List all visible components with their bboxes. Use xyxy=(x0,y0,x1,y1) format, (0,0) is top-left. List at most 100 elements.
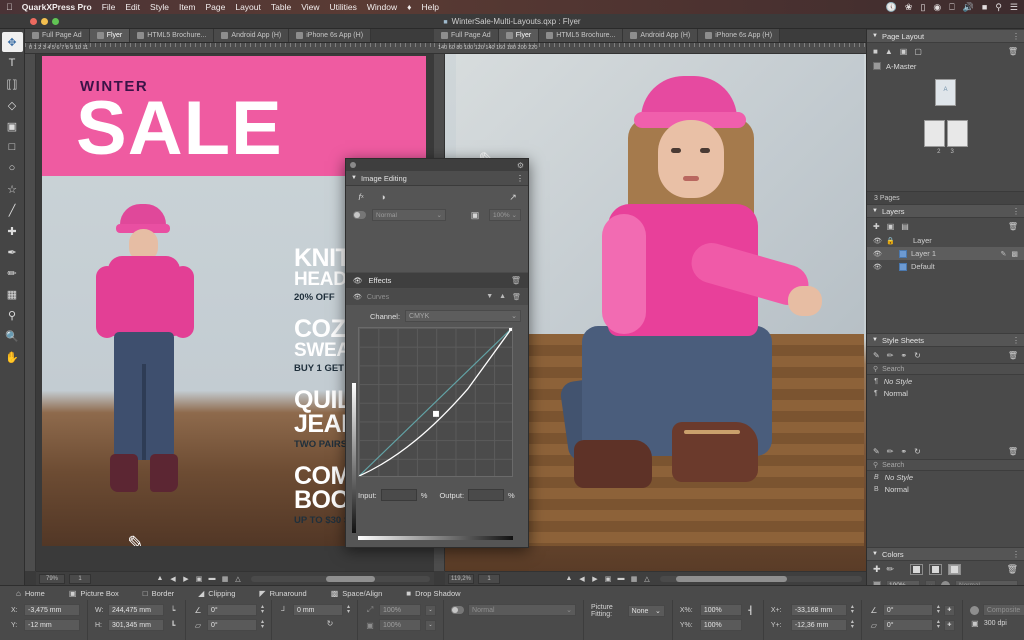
menu-utilities[interactable]: Utilities xyxy=(329,2,356,12)
layers-tools[interactable]: ✚ ▣ ▤ 🗑 xyxy=(867,218,1024,234)
status-bar-left[interactable]: 79% 1 ▲ ◀ ▶ ▣ ▬ ▦ △ xyxy=(36,571,434,585)
preview-icon[interactable] xyxy=(970,606,979,615)
corner-stepper[interactable]: ▴▾ xyxy=(347,605,350,615)
zoom-tool[interactable]: 🔍 xyxy=(2,326,23,346)
tab-border[interactable]: □Border xyxy=(131,586,186,600)
page-thumb-row[interactable] xyxy=(867,120,1024,147)
skew-field[interactable]: 0° xyxy=(207,619,257,631)
add-icon[interactable]: ✚ xyxy=(944,605,955,616)
duplicate-style-icon[interactable]: ⚭ xyxy=(900,351,907,360)
adjustments-icon[interactable]: ◑ xyxy=(375,190,391,204)
character-style-tools[interactable]: ✎ ✏ ⚭ ↻ 🗑 xyxy=(867,443,1024,459)
add-icon-2[interactable]: ✚ xyxy=(944,620,955,631)
app-name[interactable]: QuarkXPress Pro xyxy=(22,2,92,12)
pic-skew-field[interactable]: 0° xyxy=(883,619,933,631)
page-thumb-2[interactable] xyxy=(924,120,945,147)
picture-fitting-group[interactable]: Picture Fitting:None⌄ xyxy=(584,600,673,640)
pic-skew-stepper[interactable]: ▴▾ xyxy=(937,620,940,630)
chevron-down-icon[interactable]: ⌄ xyxy=(425,620,436,631)
paragraph-style-search[interactable]: ⚲ Search xyxy=(867,363,1024,375)
menu-layout[interactable]: Layout xyxy=(235,2,261,12)
rotation-field[interactable]: 0° xyxy=(207,604,257,616)
blank-page-icon[interactable]: ■ xyxy=(873,47,878,56)
bezier-edit-tool[interactable]: ✒ xyxy=(2,242,23,262)
continuous-icon[interactable]: ▬ xyxy=(207,575,217,583)
eye-icon[interactable]: 👁 xyxy=(353,276,363,285)
trash-icon[interactable]: 🗑 xyxy=(512,293,521,301)
h-field[interactable]: 301,345 mm xyxy=(108,619,164,631)
update-style-icon[interactable]: ↻ xyxy=(914,447,921,456)
blend-mode-select[interactable]: Normal⌄ xyxy=(372,209,446,221)
blend-toggle-icon[interactable] xyxy=(353,211,366,219)
duplicate-layer-icon[interactable]: ▤ xyxy=(901,222,909,231)
horizontal-scrollbar-left[interactable] xyxy=(251,576,430,582)
eye-icon[interactable]: 👁 xyxy=(873,250,882,258)
colors-tools[interactable]: ✚ ✏ 🗑 xyxy=(867,561,1024,577)
picture-box-tool[interactable]: ▣ xyxy=(2,116,23,136)
airplay-icon[interactable]: ⎕ xyxy=(949,2,954,13)
layout-tab-html5-brochure-2[interactable]: HTML5 Brochure... xyxy=(539,29,623,42)
page-up-icon[interactable]: ▲ xyxy=(564,575,574,583)
xoff-stepper[interactable]: ▴▾ xyxy=(851,605,854,615)
y-field[interactable]: -12 mm xyxy=(24,619,80,631)
character-style-no-style[interactable]: Β No Style xyxy=(867,471,1024,483)
menu-window[interactable]: Window xyxy=(367,2,397,12)
bluetooth-icon[interactable]: ❀ xyxy=(905,2,913,13)
shadow-mode-select[interactable]: Normal⌄ xyxy=(468,604,576,616)
character-style-normal[interactable]: Β Normal xyxy=(867,483,1024,495)
style-sheets-header[interactable]: ▼ Style Sheets ⋮ xyxy=(867,333,1024,347)
layout-tab-html5-brochure[interactable]: HTML5 Brochure... xyxy=(130,29,214,42)
fill-swatch-icon[interactable] xyxy=(910,564,923,575)
table-tool[interactable]: ▦ xyxy=(2,284,23,304)
picture-offset-group[interactable]: X+:-33,168 mm▴▾ Y+:-12,36 mm▴▾ xyxy=(764,600,862,640)
picture-angle-group[interactable]: ∠0°▴▾✚ ▱0°▴▾✚ xyxy=(862,600,963,640)
trash-icon[interactable]: 🗑 xyxy=(1008,447,1018,456)
opacity-select[interactable]: 100%⌄ xyxy=(489,209,521,221)
yoff-stepper[interactable]: ▴▾ xyxy=(851,620,854,630)
xoff-field[interactable]: -33,168 mm xyxy=(791,604,847,616)
new-style-icon[interactable]: ✎ xyxy=(873,447,880,456)
layout-tab-full-page-ad-2[interactable]: Full Page Ad xyxy=(434,29,499,42)
effect-item-curves[interactable]: 👁 Curves ▼ ▲ 🗑 xyxy=(346,289,528,305)
curves-graph[interactable] xyxy=(358,327,513,477)
edit-style-icon[interactable]: ✏ xyxy=(887,447,894,456)
effects-fx-icon[interactable]: 𝑓x xyxy=(353,190,369,204)
mask-icon[interactable]: ▣ xyxy=(467,208,483,222)
menu-help[interactable]: Help xyxy=(421,2,438,12)
output-group[interactable]: Composite⌄ ▣300 dpi xyxy=(963,600,1024,640)
layer-item-layer-1[interactable]: 👁 Layer 1 ✎ ▩ xyxy=(867,247,1024,260)
size-group[interactable]: W:244,475 mm┕ H:301,345 mm┗ xyxy=(88,600,186,640)
menu-file[interactable]: File xyxy=(102,2,116,12)
eye-icon[interactable]: 👁 xyxy=(873,263,882,271)
link-scale-icon[interactable]: ┫ xyxy=(746,606,756,615)
link-corner-icon[interactable]: ┕ xyxy=(168,606,178,615)
gear-icon[interactable]: ⚙ xyxy=(517,161,524,170)
shadow-toggle-icon[interactable] xyxy=(451,606,464,614)
skew-stepper[interactable]: ▴▾ xyxy=(261,620,264,630)
angle-group[interactable]: ∠0°▴▾ ▱0°▴▾ xyxy=(186,600,272,640)
duplicate-page-icon[interactable]: ▣ xyxy=(900,47,908,56)
trash-icon[interactable]: 🗑 xyxy=(1008,47,1018,56)
master-page-row[interactable]: A-Master xyxy=(867,59,1024,73)
text-swatch-icon[interactable] xyxy=(929,564,942,575)
link-corner-icon-2[interactable]: ┗ xyxy=(168,621,178,630)
kebab-menu-icon[interactable]: ⋮ xyxy=(1012,336,1019,345)
tab-runaround[interactable]: ◤Runaround xyxy=(247,586,318,600)
layout-tab-iphone-app[interactable]: iPhone 6s App (H) xyxy=(289,29,371,42)
layout-tab-android-app[interactable]: Android App (H) xyxy=(214,29,289,42)
kebab-menu-icon[interactable]: ⋮ xyxy=(1012,207,1019,216)
layout-tab-full-page-ad[interactable]: Full Page Ad xyxy=(25,29,90,42)
scale-field-1[interactable]: 100% xyxy=(379,604,421,616)
output-field[interactable] xyxy=(468,489,504,501)
output-mode-select[interactable]: Composite⌄ xyxy=(983,604,1024,616)
character-style-search[interactable]: ⚲ Search xyxy=(867,459,1024,471)
edit-color-icon[interactable]: ✏ xyxy=(887,564,895,575)
dialog-title-bar[interactable]: ⚙ xyxy=(346,159,528,171)
spread-icon[interactable]: ▦ xyxy=(629,575,639,583)
clock-icon[interactable]: 🕔 xyxy=(886,2,897,13)
menu-view[interactable]: View xyxy=(301,2,319,12)
xpct-field[interactable]: 100% xyxy=(700,604,742,616)
trash-icon[interactable]: 🗑 xyxy=(1007,564,1018,575)
target-icon[interactable]: ▩ xyxy=(1011,250,1018,258)
single-page-icon[interactable]: ▣ xyxy=(603,575,613,583)
